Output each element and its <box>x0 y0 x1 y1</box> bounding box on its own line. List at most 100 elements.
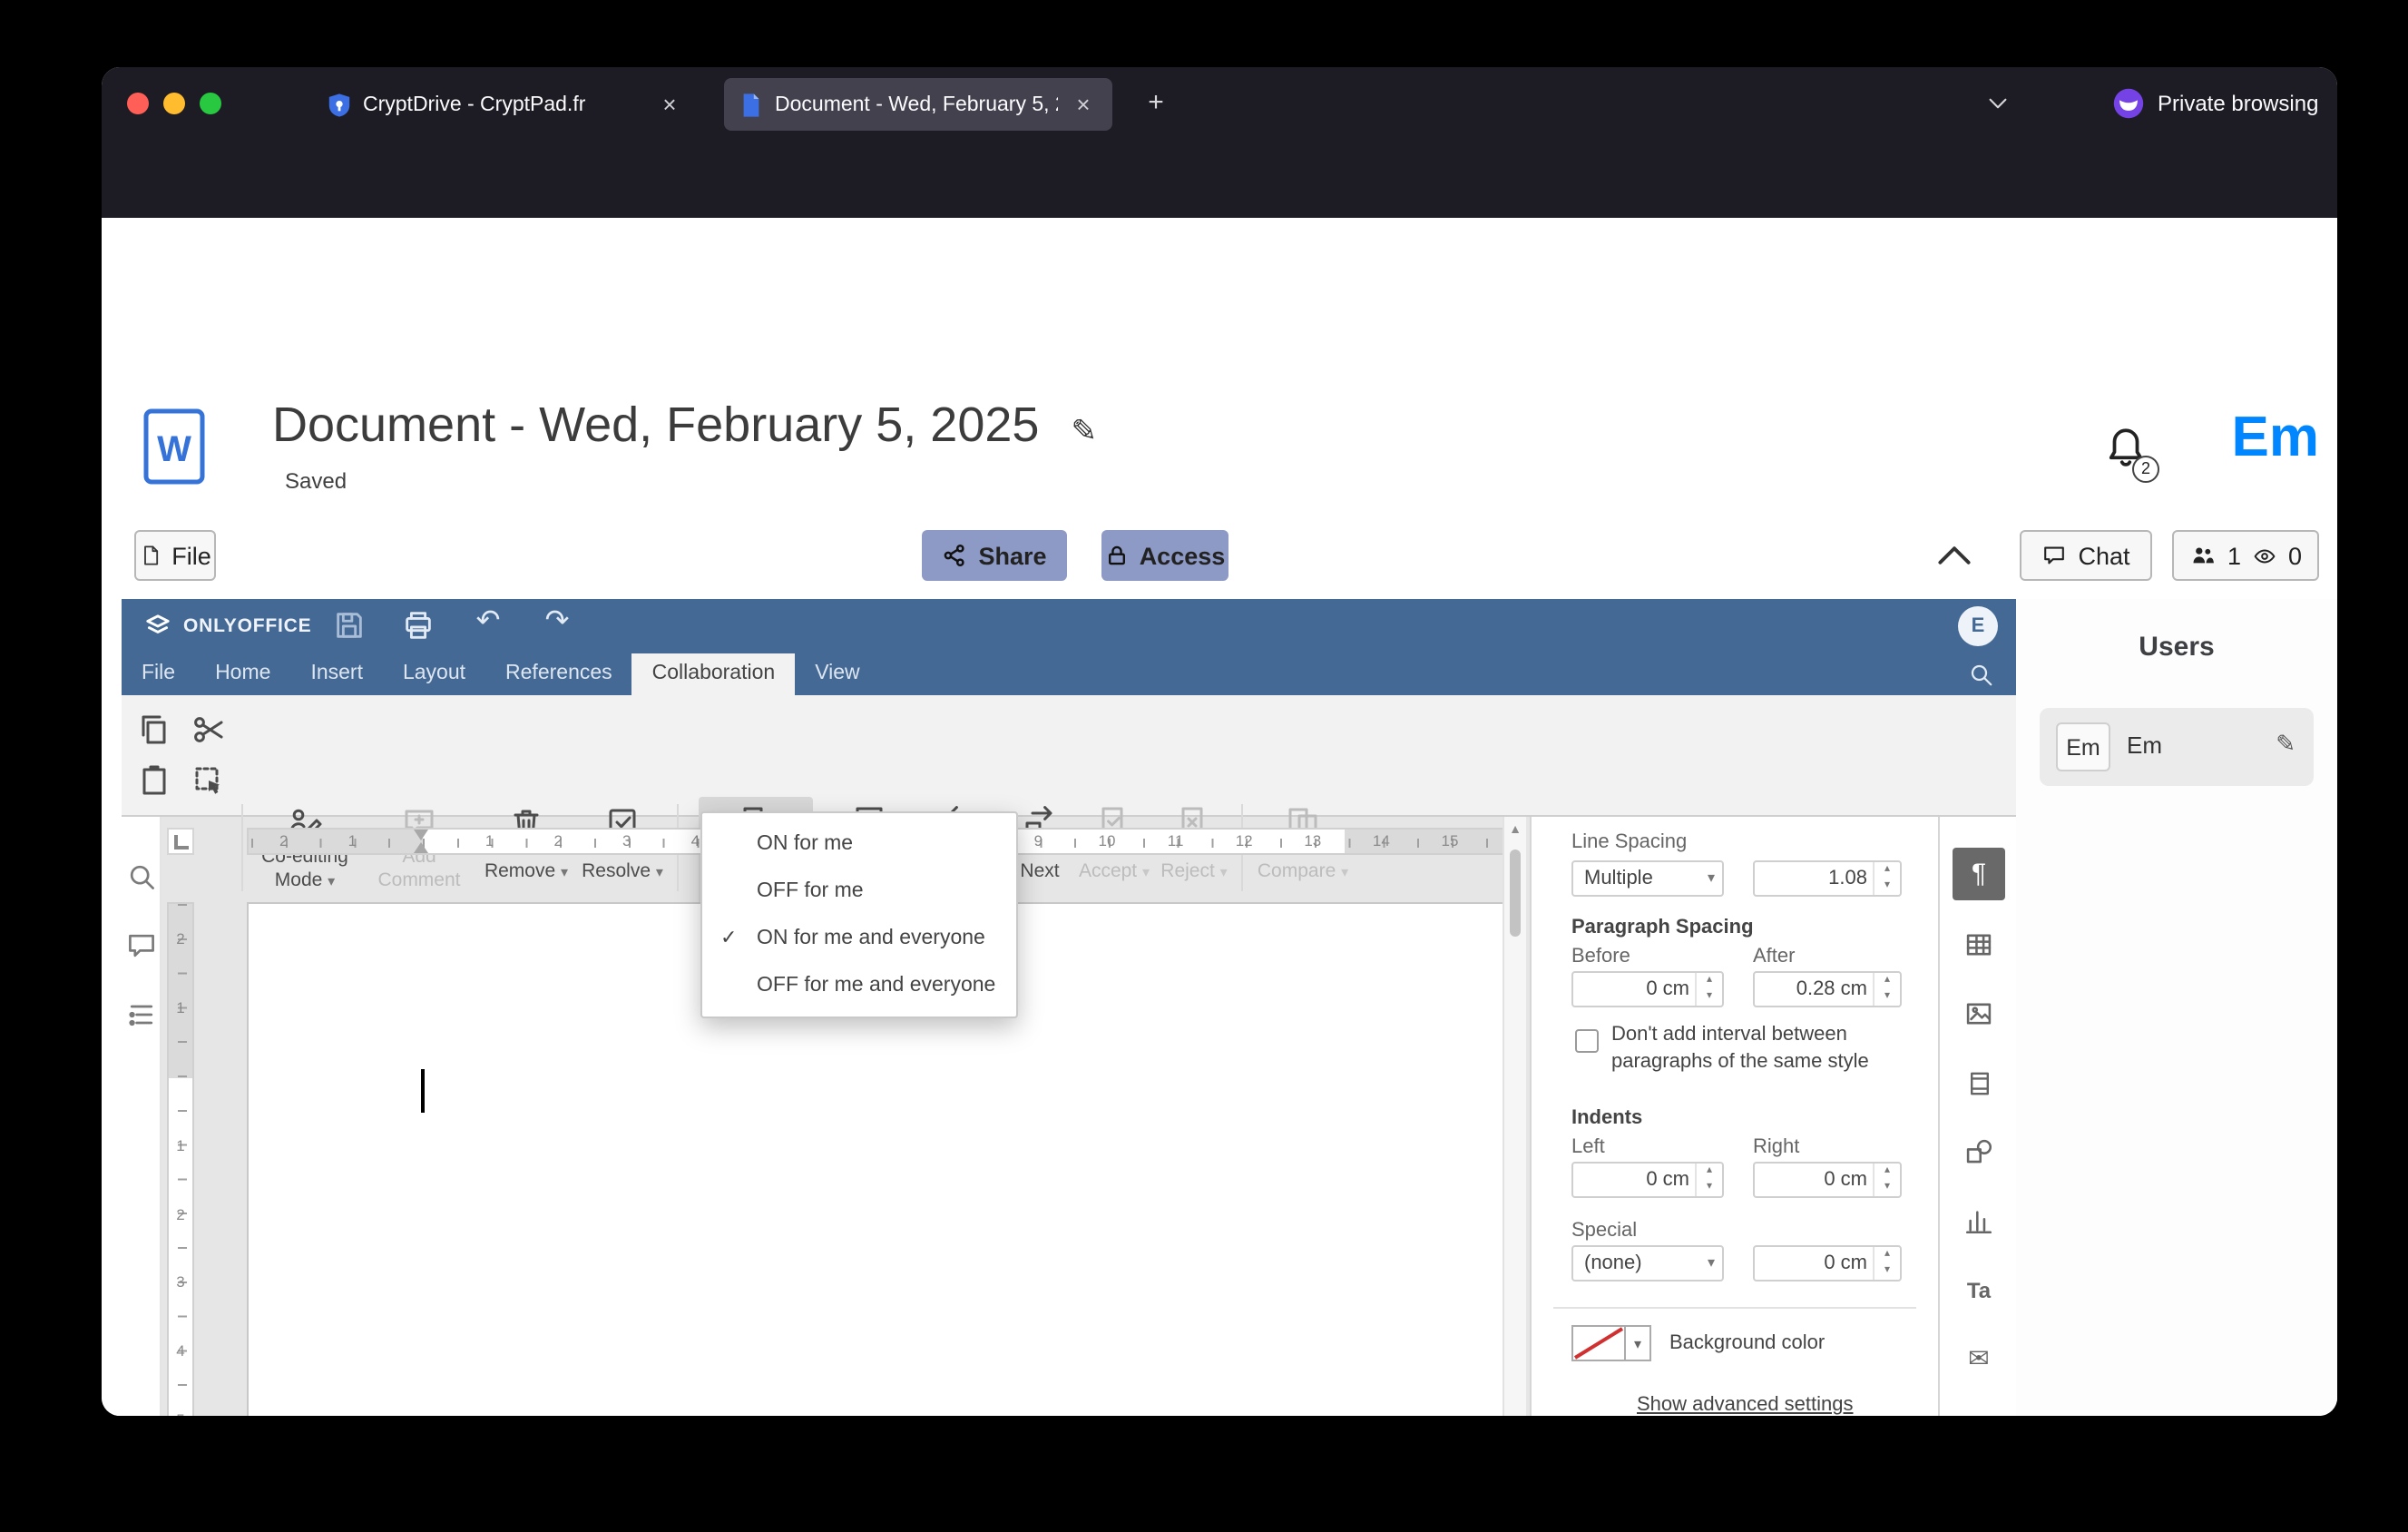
indent-right-spinner[interactable]: 0 cm ▴ ▾ <box>1753 1162 1902 1198</box>
special-amount-spinner[interactable]: 0 cm ▴ ▾ <box>1753 1245 1902 1282</box>
svg-text:W: W <box>157 429 191 469</box>
scrollbar-thumb[interactable] <box>1510 849 1521 937</box>
tab-home[interactable]: Home <box>195 653 290 695</box>
traffic-minimize-button[interactable] <box>163 93 185 114</box>
after-label: After <box>1753 946 1796 967</box>
first-line-indent-marker[interactable] <box>413 830 427 840</box>
document-favicon <box>739 92 764 117</box>
select-all-icon[interactable] <box>191 762 227 799</box>
chart-settings-icon[interactable] <box>1953 1194 2005 1247</box>
header-footer-settings-icon[interactable] <box>1953 1056 2005 1109</box>
chat-icon <box>2041 543 2067 568</box>
panel-divider <box>1553 1307 1916 1309</box>
user-avatar-chip: Em <box>2056 722 2110 771</box>
users-drawer: Users Em Em ✎ <box>2016 599 2337 1416</box>
redo-icon[interactable]: ↷ <box>539 603 575 639</box>
tab-layout[interactable]: Layout <box>383 653 485 695</box>
advanced-settings-link[interactable]: Show advanced settings <box>1637 1394 1854 1416</box>
tab-document[interactable]: Document - Wed, February 5, 2025 × <box>724 78 1112 131</box>
collapse-toolbar-chevron-up-icon[interactable] <box>1931 537 1978 574</box>
access-button[interactable]: Access <box>1101 530 1228 581</box>
indent-left-spinner[interactable]: 0 cm ▴ ▾ <box>1571 1162 1724 1198</box>
text-art-settings-icon[interactable]: Ta <box>1953 1263 2005 1316</box>
special-label: Special <box>1571 1220 1638 1242</box>
undo-icon[interactable]: ↶ <box>470 603 506 639</box>
tab-file[interactable]: File <box>122 653 195 695</box>
new-tab-button[interactable]: + <box>1138 85 1174 122</box>
navigation-icon[interactable] <box>125 998 158 1031</box>
paragraph-settings-icon[interactable]: ¶ <box>1953 848 2005 900</box>
caret-down-icon: ▾ <box>328 872 336 889</box>
line-spacing-select[interactable]: Multiple ▾ <box>1571 860 1724 897</box>
editor-user-avatar[interactable]: E <box>1958 606 1998 646</box>
share-button[interactable]: Share <box>922 530 1067 581</box>
account-avatar-initials[interactable]: Em <box>2232 405 2320 470</box>
participants-indicator[interactable]: 1 0 <box>2172 530 2319 581</box>
save-icon[interactable] <box>332 608 367 643</box>
browser-window: CryptDrive - CryptPad.fr × Document - We… <box>102 67 2337 1416</box>
copy-icon[interactable] <box>136 712 172 748</box>
caret-down-icon: ▾ <box>1341 864 1349 880</box>
tab-references[interactable]: References <box>485 653 632 695</box>
onlyoffice-logo-icon <box>143 612 172 641</box>
track-changes-dropdown: ON for me OFF for me ✓ ON for me and ever… <box>700 811 1018 1018</box>
file-menu-button[interactable]: File <box>134 530 216 581</box>
table-settings-icon[interactable] <box>1953 918 2005 971</box>
traffic-close-button[interactable] <box>127 93 149 114</box>
cut-icon[interactable] <box>191 712 227 748</box>
scroll-up-arrow[interactable]: ▲ <box>1504 824 1526 837</box>
user-card[interactable]: Em Em ✎ <box>2040 708 2314 786</box>
chat-button[interactable]: Chat <box>2020 530 2152 581</box>
spacing-before-spinner[interactable]: 0 cm ▴ ▾ <box>1571 971 1724 1007</box>
editor-header-bar: ONLYOFFICE ↶ ↷ E <box>122 599 2016 653</box>
traffic-zoom-button[interactable] <box>200 93 221 114</box>
left-indent-marker[interactable] <box>413 842 427 853</box>
before-label: Before <box>1571 946 1630 967</box>
browser-nav-bar: ← → ⌂ https://cryptpad.fr/doc/#/3/doc/ed… <box>102 140 2337 278</box>
desktop: CryptDrive - CryptPad.fr × Document - We… <box>0 0 2408 1532</box>
comments-icon[interactable] <box>125 929 158 962</box>
caret-down-icon: ▾ <box>561 864 569 880</box>
collaboration-ribbon: Co-editing Mode ▾ Add Comment Remove ▾ Res… <box>122 695 2016 906</box>
edit-user-pencil-icon[interactable]: ✎ <box>2276 730 2295 759</box>
editor-search-icon[interactable] <box>1967 661 1994 688</box>
no-interval-checkbox[interactable] <box>1575 1029 1599 1053</box>
document-type-icon: W <box>143 408 205 485</box>
tab-close-icon[interactable]: × <box>1069 91 1098 118</box>
edit-title-pencil-icon[interactable]: ✎ <box>1071 414 1097 448</box>
save-status: Saved <box>285 468 347 494</box>
mail-merge-icon[interactable]: ✉ <box>1953 1332 2005 1385</box>
image-settings-icon[interactable] <box>1953 987 2005 1040</box>
viewers-eye-icon <box>2250 544 2279 567</box>
special-select[interactable]: (none) ▾ <box>1571 1245 1724 1282</box>
check-icon: ✓ <box>720 928 738 949</box>
vertical-scrollbar[interactable]: ▲ ▼ <box>1503 817 1526 1416</box>
caret-down-icon: ▾ <box>655 864 663 880</box>
dropdown-item-on-for-everyone[interactable]: ✓ ON for me and everyone <box>702 915 1016 962</box>
dropdown-item-off-for-me[interactable]: OFF for me <box>702 868 1016 915</box>
text-cursor <box>421 1069 424 1113</box>
tab-view[interactable]: View <box>795 653 879 695</box>
find-icon[interactable] <box>125 860 158 893</box>
list-all-tabs-chevron-icon[interactable] <box>1985 91 2011 116</box>
shape-settings-icon[interactable] <box>1953 1125 2005 1178</box>
vertical-ruler[interactable]: 21123456 <box>167 857 194 1416</box>
tab-stop-selector[interactable] <box>167 828 194 855</box>
no-interval-label-line2: paragraphs of the same style <box>1611 1051 1869 1073</box>
spacing-after-spinner[interactable]: 0.28 cm ▴ ▾ <box>1753 971 1902 1007</box>
browser-tab-strip: CryptDrive - CryptPad.fr × Document - We… <box>102 67 2337 140</box>
dropdown-item-on-for-me[interactable]: ON for me <box>702 820 1016 868</box>
tab-cryptdrive[interactable]: CryptDrive - CryptPad.fr × <box>312 78 699 131</box>
users-panel-title: Users <box>2139 632 2215 663</box>
print-icon[interactable] <box>401 608 436 643</box>
tab-collaboration[interactable]: Collaboration <box>631 653 796 695</box>
share-icon <box>942 543 967 568</box>
background-color-swatch[interactable] <box>1571 1325 1626 1361</box>
paste-icon[interactable] <box>136 762 172 799</box>
line-spacing-amount-spinner[interactable]: 1.08 ▴ ▾ <box>1753 860 1902 897</box>
tab-insert[interactable]: Insert <box>290 653 383 695</box>
tab-close-icon[interactable]: × <box>655 91 684 118</box>
background-color-caret[interactable]: ▾ <box>1626 1325 1651 1361</box>
dropdown-item-off-for-everyone[interactable]: OFF for me and everyone <box>702 962 1016 1009</box>
file-icon <box>139 543 161 568</box>
